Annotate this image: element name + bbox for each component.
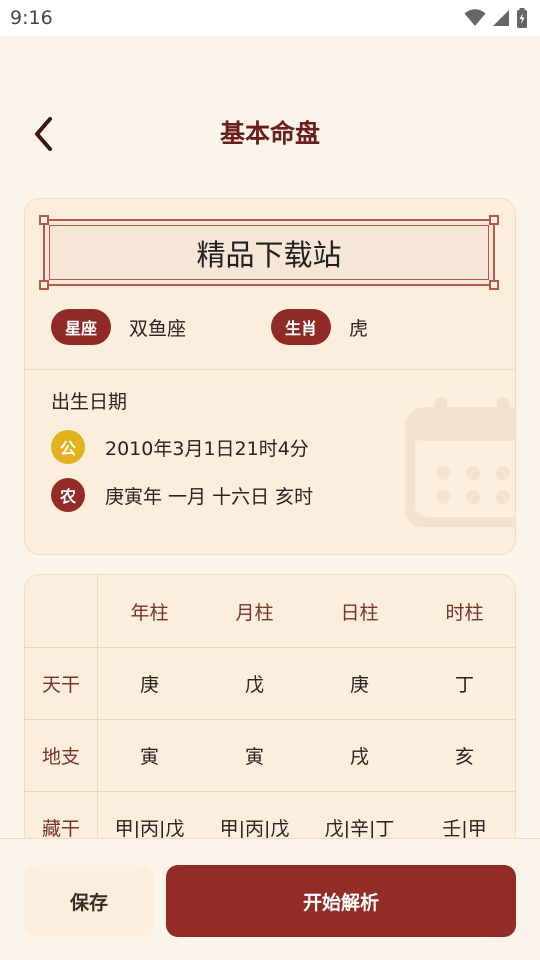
action-bar: 保存 开始解析 xyxy=(0,838,540,960)
shengxiao-row: 生肖 虎 xyxy=(271,309,368,345)
pillars-table: 年柱 月柱 日柱 时柱 天干 庚 戊 庚 丁 地支 寅 寅 戌 亥 藏干 甲|丙… xyxy=(24,574,516,874)
page-title: 基本命盘 xyxy=(219,119,320,148)
table-cell: 戊 xyxy=(244,673,264,696)
status-icons xyxy=(464,8,528,28)
table-cell: 丁 xyxy=(454,673,474,696)
profile-card: 精品下载站 星座 双鱼座 生肖 虎 出生日期 公 2010年3月1日21时4分 … xyxy=(24,198,516,555)
column-header: 日柱 xyxy=(340,601,379,624)
table-cell: 庚 xyxy=(349,673,369,696)
lunar-date: 庚寅年 一月 十六日 亥时 xyxy=(105,485,314,508)
name-frame: 精品下载站 xyxy=(39,215,499,290)
row-label-dizhi: 地支 xyxy=(41,745,80,768)
table-cell: 寅 xyxy=(139,745,159,768)
profile-name: 精品下载站 xyxy=(196,237,342,272)
signal-icon xyxy=(493,10,509,26)
zodiac-value: 双鱼座 xyxy=(129,317,187,340)
shengxiao-label: 生肖 xyxy=(271,309,331,345)
calendar-icon xyxy=(405,397,515,527)
row-label-tiangan: 天干 xyxy=(41,673,80,696)
status-time: 9:16 xyxy=(10,7,53,29)
birth-date-label: 出生日期 xyxy=(51,391,128,413)
status-bar: 9:16 xyxy=(0,0,540,36)
solar-badge: 公 xyxy=(51,430,85,464)
wifi-icon xyxy=(464,9,486,26)
table-cell: 戌 xyxy=(349,745,369,768)
lunar-badge: 农 xyxy=(51,478,85,512)
column-header: 月柱 xyxy=(235,601,274,624)
zodiac-row: 星座 双鱼座 xyxy=(51,309,186,345)
start-analysis-button[interactable]: 开始解析 xyxy=(166,865,516,937)
table-cell: 庚 xyxy=(139,673,159,696)
page-header: 基本命盘 xyxy=(0,100,540,166)
column-header: 年柱 xyxy=(130,601,169,624)
card-divider xyxy=(25,369,515,370)
lunar-date-row: 农 庚寅年 一月 十六日 亥时 xyxy=(51,478,313,512)
shengxiao-value: 虎 xyxy=(349,317,369,340)
solar-date-row: 公 2010年3月1日21时4分 xyxy=(51,430,309,464)
zodiac-label: 星座 xyxy=(51,309,111,345)
solar-date: 2010年3月1日21时4分 xyxy=(105,437,309,460)
column-header: 时柱 xyxy=(445,601,484,624)
battery-icon xyxy=(517,8,527,28)
save-button[interactable]: 保存 xyxy=(24,865,154,937)
table-cell: 亥 xyxy=(454,745,474,768)
table-cell: 寅 xyxy=(244,745,264,768)
